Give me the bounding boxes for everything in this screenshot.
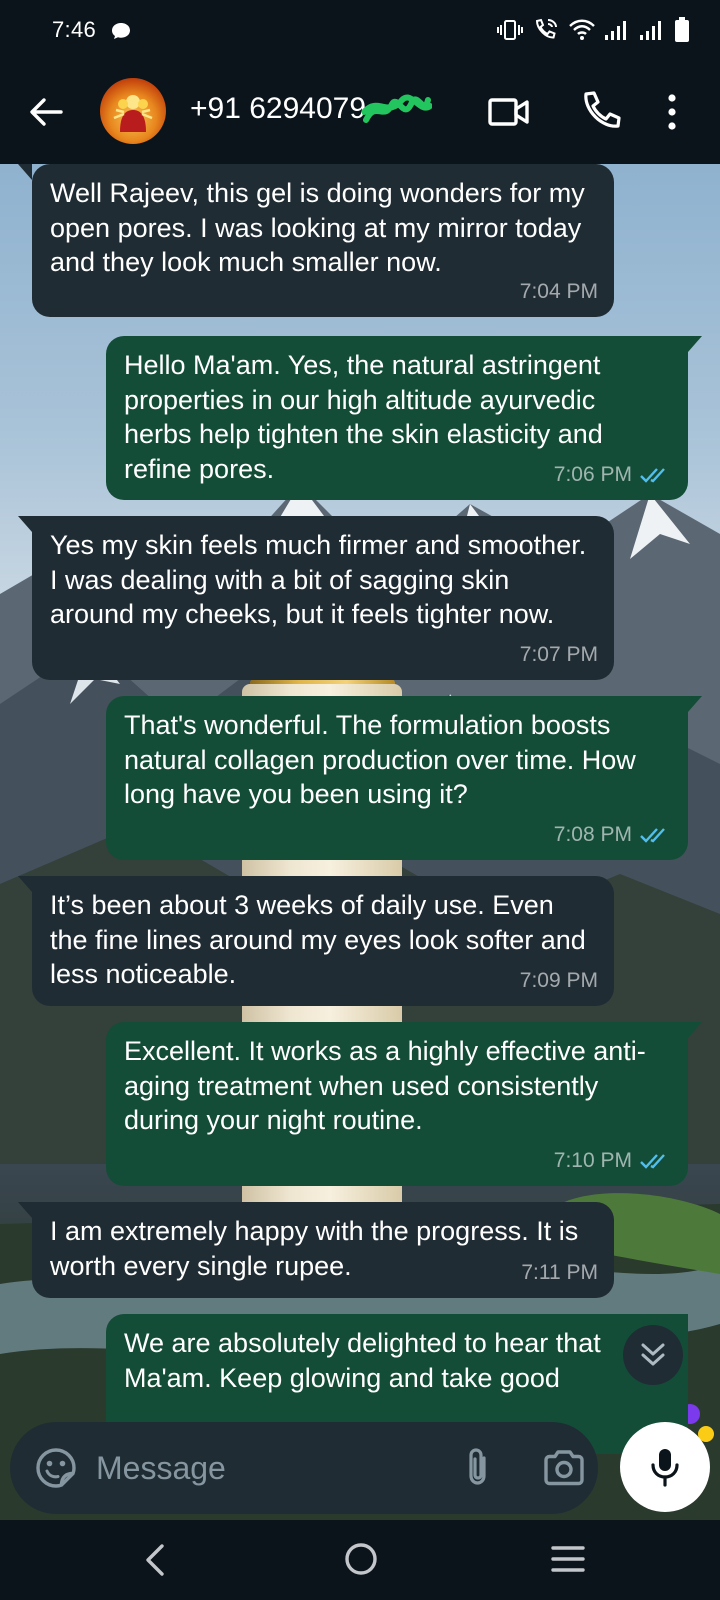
- chat-wallpaper: Well Rajeev, this gel is doing wonders f…: [0, 164, 720, 1520]
- system-navigation-bar: [0, 1520, 720, 1600]
- signal-icon: [605, 21, 626, 40]
- message-meta: 7:08 PM: [554, 818, 672, 853]
- message-bubble-incoming[interactable]: I am extremely happy with the progress. …: [18, 1202, 614, 1298]
- signal-icon: [640, 21, 661, 40]
- wifi-icon: [569, 19, 595, 40]
- back-arrow-icon: [30, 98, 63, 126]
- message-bubble-incoming[interactable]: Well Rajeev, this gel is doing wonders f…: [18, 164, 614, 317]
- nav-home-icon[interactable]: [342, 1540, 380, 1578]
- message-time: 7:06 PM: [553, 462, 632, 486]
- message-input[interactable]: [96, 1444, 416, 1492]
- status-bar: 7:46: [0, 0, 720, 62]
- status-time: 7:46: [52, 17, 97, 42]
- message-bubble-outgoing[interactable]: That's wonderful. The formulation boosts…: [106, 696, 702, 860]
- status-icons: [497, 16, 690, 44]
- message-time: 7:07 PM: [519, 642, 598, 666]
- message-text: We are absolutely delighted to hear that…: [124, 1328, 601, 1393]
- chat-header: +91 6294079: [0, 62, 720, 164]
- redaction-scribble: [362, 94, 432, 123]
- message-bubble-outgoing[interactable]: Hello Ma'am. Yes, the natural astringent…: [106, 336, 702, 500]
- phone-icon[interactable]: [580, 90, 622, 132]
- message-meta: 7:06 PM: [554, 458, 672, 493]
- message-time: 7:09 PM: [519, 968, 598, 992]
- message-text: That's wonderful. The formulation boosts…: [124, 710, 636, 809]
- nav-back-icon[interactable]: [140, 1542, 170, 1578]
- scroll-to-bottom-button[interactable]: [623, 1325, 683, 1385]
- emoji-icon[interactable]: [34, 1446, 78, 1490]
- message-meta: 7:07 PM: [520, 638, 598, 673]
- nav-recents-icon[interactable]: [550, 1544, 586, 1574]
- message-time: 7:04 PM: [519, 279, 598, 303]
- message-composer: [10, 1422, 598, 1514]
- message-time: 7:10 PM: [553, 1148, 632, 1172]
- read-ticks-icon: [640, 1153, 665, 1169]
- mic-button[interactable]: [620, 1422, 710, 1512]
- attach-icon[interactable]: [458, 1446, 498, 1490]
- mic-icon: [651, 1449, 679, 1487]
- read-ticks-icon: [640, 827, 665, 843]
- message-meta: 7:04 PM: [520, 275, 598, 310]
- message-text: Yes my skin feels much firmer and smooth…: [50, 530, 587, 629]
- message-text: Well Rajeev, this gel is doing wonders f…: [50, 178, 585, 277]
- message-text: It’s been about 3 weeks of daily use. Ev…: [50, 890, 586, 989]
- video-call-icon[interactable]: [487, 92, 531, 132]
- message-time: 7:11 PM: [521, 1260, 598, 1284]
- message-bubble-incoming[interactable]: It’s been about 3 weeks of daily use. Ev…: [18, 876, 614, 1006]
- message-bubble-incoming[interactable]: Yes my skin feels much firmer and smooth…: [18, 516, 614, 680]
- message-meta: 7:10 PM: [554, 1144, 672, 1179]
- deity-image-icon: [113, 95, 153, 132]
- contact-name[interactable]: +91 6294079: [190, 92, 366, 126]
- read-ticks-icon: [640, 467, 665, 483]
- message-time: 7:08 PM: [553, 822, 632, 846]
- message-text: I am extremely happy with the progress. …: [50, 1216, 579, 1281]
- double-chevron-down-icon: [641, 1343, 665, 1366]
- more-vert-icon[interactable]: [660, 88, 684, 136]
- avatar[interactable]: [100, 78, 166, 144]
- message-text: Excellent. It works as a highly effectiv…: [124, 1036, 646, 1135]
- chat-bubble-icon: [112, 23, 130, 39]
- battery-icon: [675, 17, 689, 42]
- message-meta: 7:11 PM: [521, 1256, 598, 1291]
- message-meta: 7:09 PM: [520, 964, 598, 999]
- message-bubble-outgoing[interactable]: Excellent. It works as a highly effectiv…: [106, 1022, 702, 1186]
- camera-icon[interactable]: [542, 1446, 586, 1490]
- vibrate-icon: [497, 20, 523, 40]
- wifi-call-icon: [535, 18, 557, 39]
- back-button[interactable]: [24, 90, 68, 134]
